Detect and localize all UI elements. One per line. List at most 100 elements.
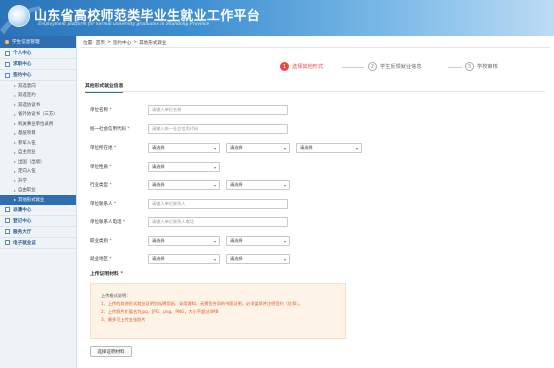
sidebar-group-personal-center[interactable]: 个人中心 (0, 48, 76, 59)
upload-tip-1: 1、上传的其他形式就业证明包括聘用函、录用通知、无需签合同的书面证明，必须盖章并… (101, 301, 303, 306)
sidebar-item-label: 基层项目 (18, 131, 36, 137)
bullet-icon: ▸ (14, 159, 17, 165)
job-subcategory-select[interactable]: 请选择 ▾ (226, 236, 290, 246)
province-select[interactable]: 请选择 ▾ (148, 143, 220, 153)
step-number-badge: 3 (465, 62, 474, 71)
sidebar-item-grassroots[interactable]: ▸ 基层项目 (0, 129, 76, 139)
sidebar-header[interactable]: 学生信息管理 (0, 36, 76, 48)
expand-box-icon (5, 240, 10, 245)
contact-phone-input[interactable]: 请输入单位联系人电话 (148, 217, 288, 227)
sidebar-item-military[interactable]: ▸ 参军入伍 (0, 138, 76, 148)
city-select[interactable]: 请选择 ▾ (226, 143, 290, 153)
field-label: 单位所在地 * (90, 146, 117, 151)
sidebar-group-job-center[interactable]: 求职中心 (0, 59, 76, 70)
sidebar-item-further-study[interactable]: ▸ 升学 (0, 176, 76, 186)
sidebar-group-service-hall[interactable]: 服务大厅 (0, 227, 76, 238)
district-select[interactable]: 请选择 ▾ (296, 143, 362, 153)
sidebar-item-label: 双选签约 (18, 93, 36, 99)
sidebar-item-mutual-intent[interactable]: ▸ 双选意向 (0, 81, 76, 91)
bullet-icon: ▸ (14, 178, 17, 184)
credit-code-input[interactable]: 请输入统一社会信用代码 (148, 124, 288, 134)
breadcrumb-home-link[interactable]: 首页 (96, 40, 105, 46)
chevron-down-icon: ▾ (213, 182, 216, 188)
sidebar: 学生信息管理 个人中心 求职中心 签约中心 ▸ 双选意向 ▸ 双选签约 ▸ 双选协议书… (0, 36, 77, 368)
breadcrumb-level1-link[interactable]: 签约中心 (113, 40, 131, 46)
row-unit-nature: 单位性质 * 请选择 ▾ (90, 161, 226, 173)
sidebar-group-label: 登记中心 (13, 218, 32, 224)
bullet-icon: ▸ (14, 197, 17, 203)
sidebar-group-label: 派遣中心 (13, 207, 32, 213)
sidebar-item-label: 双选意向 (18, 83, 36, 89)
unit-name-input[interactable]: 请输入单位名称 (148, 105, 288, 115)
row-work-place: 就业地区 * 请选择 ▾ 请选择 ▾ (90, 253, 296, 265)
bullet-icon: ▸ (14, 102, 17, 108)
sidebar-group-signing-center[interactable]: 签约中心 (0, 70, 76, 81)
row-phone: 单位联系人电话 * 请输入单位联系人电话 (90, 216, 288, 228)
sidebar-item-other-employment[interactable]: ▸ 其他形式就业 (0, 195, 76, 205)
upload-section-title: 上传证明材料 * (90, 272, 123, 277)
upload-tip-2: 2、上传照片扩展名为jpg、JPG、png、PNG，大小不超过4MB (101, 309, 219, 314)
field-label: 统一社会信用代码 * (90, 127, 130, 132)
sidebar-item-label: 其他形式就业 (18, 197, 45, 203)
field-label: 行业类型 * (90, 183, 112, 188)
sidebar-item-label: 机关事业单位录用 (18, 121, 54, 127)
chevron-down-icon: ▾ (213, 164, 216, 170)
choose-material-button[interactable]: 选择证明材料 (90, 346, 132, 357)
progress-steps: 1 选择其他形式 2 学生反馈就业信息 3 学校审核 (280, 62, 530, 76)
sidebar-header-label: 学生信息管理 (12, 40, 40, 45)
sidebar-group-label: 服务大厅 (13, 229, 32, 235)
sidebar-group-label: 个人中心 (13, 51, 32, 56)
breadcrumb: 位置: 首页 > 签约中心 > 其他形式就业 (80, 38, 550, 48)
field-label: 单位性质 * (90, 165, 112, 170)
field-label: 单位联系人电话 * (90, 220, 126, 225)
unit-nature-select[interactable]: 请选择 ▾ (148, 162, 220, 172)
student-icon (5, 40, 9, 44)
sidebar-item-entrepreneurship[interactable]: ▸ 自主创业 (0, 148, 76, 158)
app-header: 山东省高校师范类毕业生就业工作平台 Employment platform fo… (0, 0, 554, 36)
sidebar-group-registration-center[interactable]: 登记中心 (0, 216, 76, 227)
bullet-icon: ▸ (14, 130, 17, 136)
sidebar-group-dispatch-center[interactable]: 派遣中心 (0, 205, 76, 216)
sidebar-item-agreement[interactable]: ▸ 双选协议书 (0, 100, 76, 110)
sidebar-item-label: 省外协议书（三方） (18, 112, 58, 118)
job-category-select[interactable]: 请选择 ▾ (148, 236, 220, 246)
breadcrumb-prefix: 位置: (83, 40, 94, 46)
sidebar-item-label: 参军入伍 (18, 140, 36, 146)
sidebar-item-freelance[interactable]: ▸ 自由职业 (0, 186, 76, 196)
industry-subcategory-select[interactable]: 请选择 ▾ (226, 180, 290, 190)
row-job-category: 职业类别 * 请选择 ▾ 请选择 ▾ (90, 235, 296, 247)
expand-box-icon (5, 72, 10, 78)
step-label: 学校审核 (477, 64, 498, 70)
upload-tip-3: 3、最多可上传五张照片 (101, 317, 146, 322)
bullet-icon: ▸ (14, 149, 17, 155)
chevron-down-icon: ▾ (283, 256, 286, 262)
platform-logo-icon (8, 5, 30, 27)
sidebar-item-mutual-signing[interactable]: ▸ 双选签约 (0, 91, 76, 101)
sidebar-item-abroad[interactable]: ▸ 出国（出境） (0, 157, 76, 167)
sidebar-item-label: 双选协议书 (18, 102, 40, 108)
field-label: 职业类别 * (90, 239, 112, 244)
field-label: 单位名称 * (90, 108, 112, 113)
row-industry: 行业类型 * 请选择 ▾ 请选择 ▾ (90, 179, 296, 191)
contact-person-input[interactable]: 请输入单位联系人 (148, 199, 288, 209)
industry-category-select[interactable]: 请选择 ▾ (148, 180, 220, 190)
app-subtitle: Employment platform for normal universit… (38, 22, 210, 27)
row-contact: 单位联系人 * 请输入单位联系人 (90, 198, 288, 210)
sidebar-item-label: 自由职业 (18, 188, 36, 194)
upload-tips-heading: 上传格式说明： (101, 293, 131, 298)
sidebar-item-directed-enlistment[interactable]: ▸ 定向入伍 (0, 167, 76, 177)
sidebar-group-e-certificate[interactable]: 电子就业证 (0, 238, 76, 249)
step-label: 学生反馈就业信息 (380, 64, 422, 70)
row-unit-location: 单位所在地 * 请选择 ▾ 请选择 ▾ 请选择 ▾ (90, 142, 368, 154)
work-region-select[interactable]: 请选择 ▾ (148, 254, 220, 264)
expand-box-icon (5, 61, 10, 67)
sidebar-item-outprovince-agreement[interactable]: ▸ 省外协议书（三方） (0, 110, 76, 120)
section-divider (85, 91, 545, 92)
bullet-icon: ▸ (14, 187, 17, 193)
field-label: 单位联系人 * (90, 202, 117, 207)
breadcrumb-separator: > (133, 40, 138, 45)
sidebar-item-public-institution[interactable]: ▸ 机关事业单位录用 (0, 119, 76, 129)
bullet-icon: ▸ (14, 121, 17, 127)
chevron-down-icon: ▾ (213, 238, 216, 244)
work-subregion-select[interactable]: 请选择 ▾ (226, 254, 290, 264)
